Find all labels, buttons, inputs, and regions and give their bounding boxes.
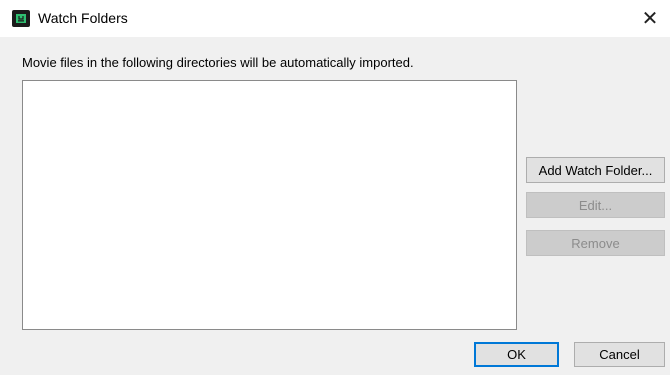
cancel-button[interactable]: Cancel [574,342,665,367]
description-text: Movie files in the following directories… [22,55,414,70]
watch-folder-list[interactable] [22,80,517,330]
add-watch-folder-button[interactable]: Add Watch Folder... [526,157,665,183]
close-icon[interactable]: ✕ [630,0,670,37]
title-bar: Watch Folders ✕ [0,0,670,37]
edit-button[interactable]: Edit... [526,192,665,218]
window-title: Watch Folders [38,10,128,26]
app-logo-icon [12,10,30,27]
ok-button[interactable]: OK [474,342,559,367]
remove-button[interactable]: Remove [526,230,665,256]
